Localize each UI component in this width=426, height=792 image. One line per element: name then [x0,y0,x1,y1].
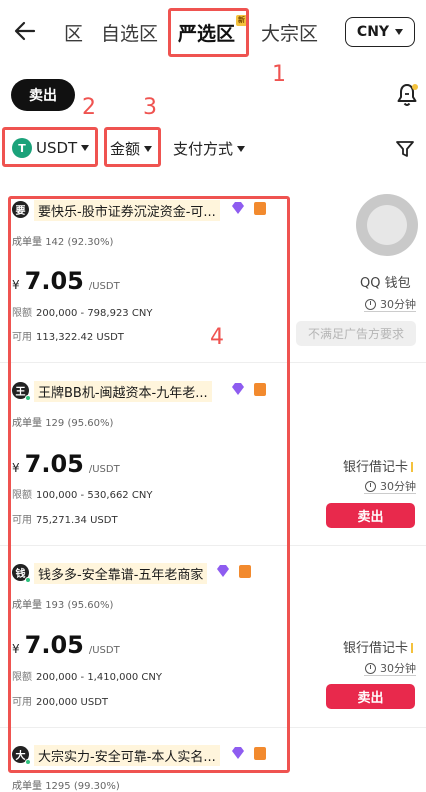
pay-time-value: 30分钟 [380,480,416,493]
annotation-box-4 [8,196,290,773]
clock-icon [365,298,376,310]
chevron-down-icon [237,145,246,152]
pay-time: 30分钟 [365,660,416,676]
annotation-label-1: 1 [272,62,286,87]
tab-partial[interactable]: 区 [64,19,83,46]
filter-funnel-icon[interactable] [394,138,416,160]
clock-icon [365,662,376,674]
currency-select[interactable]: CNY [345,17,415,47]
tab-block-trade[interactable]: 大宗区 [261,19,318,46]
ineligible-button[interactable]: 不满足广告方要求 [296,321,416,346]
payment-method-label: 银行借记卡 [343,460,409,475]
annotation-box-1 [168,8,249,57]
payment-color-bar [411,643,414,653]
annotation-label-3: 3 [143,95,157,120]
order-stats: 成单量 1295 (99.30%) [12,777,120,792]
payment-method: 银行借记卡 [343,456,414,475]
clock-icon [365,480,376,492]
back-arrow-icon[interactable] [12,18,38,44]
payment-filter-label: 支付方式 [173,140,234,158]
sell-button[interactable]: 卖出 [326,684,415,709]
stats-value: 1295 (99.30%) [45,781,120,792]
time-underline [364,493,416,494]
annotation-box-2 [2,127,98,167]
tab-favorites[interactable]: 自选区 [101,19,158,46]
pay-time: 30分钟 [365,296,416,312]
annotation-label-4: 4 [210,325,224,350]
pay-time: 30分钟 [365,478,416,494]
currency-value: CNY [356,24,390,40]
bell-icon[interactable] [395,82,419,108]
stats-label: 成单量 [12,781,42,792]
pay-time-value: 30分钟 [380,662,416,675]
payment-method-label: 银行借记卡 [343,641,409,656]
annotation-label-2: 2 [82,95,96,120]
sell-toggle-button[interactable]: 卖出 [11,79,75,111]
qq-wallet-logo [356,194,418,256]
pay-time-value: 30分钟 [380,298,416,311]
payment-method: QQ 钱包 [360,276,411,291]
payment-filter[interactable]: 支付方式 [173,138,246,159]
annotation-box-3 [104,127,161,167]
chevron-down-icon [395,29,404,35]
payment-method: 银行借记卡 [343,637,414,656]
time-underline [364,675,416,676]
payment-color-bar [411,462,414,472]
sell-button[interactable]: 卖出 [326,503,415,528]
time-underline [364,311,416,312]
